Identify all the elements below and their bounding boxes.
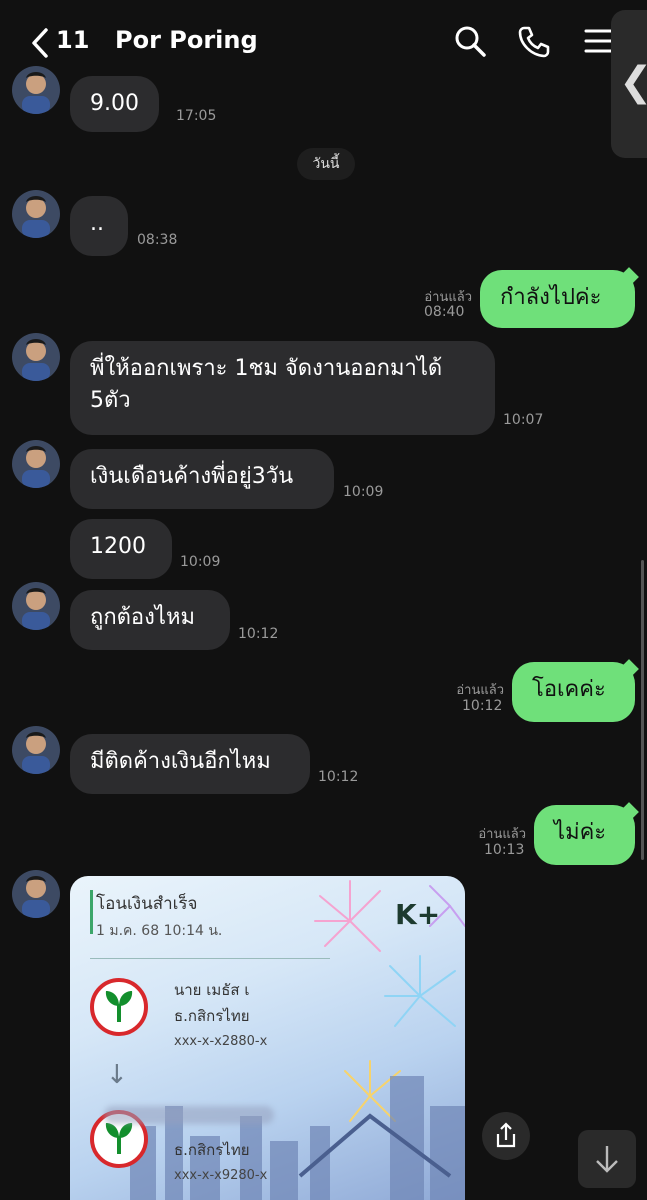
message-time: 10:09 xyxy=(343,484,384,500)
divider xyxy=(90,958,330,959)
message-bubble[interactable]: ถูกต้องไหม xyxy=(70,590,230,650)
message-time: 10:07 xyxy=(503,412,544,428)
scroll-to-bottom-button[interactable] xyxy=(578,1130,636,1188)
message-bubble[interactable]: เงินเดือนค้างพี่อยู่3วัน xyxy=(70,449,334,509)
share-button[interactable] xyxy=(482,1112,530,1160)
slip-title: โอนเงินสำเร็จ xyxy=(96,894,198,914)
avatar[interactable] xyxy=(12,190,60,238)
slip-datetime: 1 ม.ค. 68 10:14 น. xyxy=(96,923,223,939)
avatar[interactable] xyxy=(12,870,60,918)
redacted-receiver-name xyxy=(104,1106,274,1124)
avatar[interactable] xyxy=(12,333,60,381)
message-bubble[interactable]: 1200 xyxy=(70,519,172,579)
scrollbar[interactable] xyxy=(641,560,644,860)
message-time: 10:09 xyxy=(180,554,221,570)
message-text: พี่ให้ออกเพราะ 1ชม จัดงานออกมาได้ 5ตัว xyxy=(90,356,443,413)
scroll-down-icon xyxy=(596,1146,618,1173)
avatar[interactable] xyxy=(12,582,60,630)
side-panel-handle[interactable]: ❮ xyxy=(611,10,647,158)
receiver-account: xxx-x-x9280-x xyxy=(174,1168,268,1183)
message-bubble-outgoing[interactable]: โอเคค่ะ xyxy=(512,662,635,722)
arrow-down-icon: ↓ xyxy=(106,1060,128,1090)
avatar[interactable] xyxy=(12,66,60,114)
message-text: มีติดค้างเงินอีกไหม xyxy=(90,749,271,774)
message-time: 08:40 xyxy=(424,304,465,320)
message-time: 17:05 xyxy=(176,108,217,124)
message-time: 10:12 xyxy=(318,769,359,785)
chat-title[interactable]: Por Poring xyxy=(115,26,258,54)
kplus-logo: K+ xyxy=(395,898,441,931)
read-status: อ่านแล้ว xyxy=(478,827,526,842)
chat-header: 11 Por Poring xyxy=(0,0,647,84)
share-icon xyxy=(496,1122,516,1148)
kbank-logo-icon xyxy=(90,978,148,1036)
unread-count[interactable]: 11 xyxy=(56,26,89,54)
message-text: เงินเดือนค้างพี่อยู่3วัน xyxy=(90,464,294,489)
transfer-slip-image[interactable]: โอนเงินสำเร็จ 1 ม.ค. 68 10:14 น. K+ นาย … xyxy=(70,876,465,1200)
message-bubble[interactable]: มีติดค้างเงินอีกไหม xyxy=(70,734,310,794)
sender-bank: ธ.กสิกรไทย xyxy=(174,1007,250,1025)
avatar[interactable] xyxy=(12,440,60,488)
receiver-bank: ธ.กสิกรไทย xyxy=(174,1141,250,1159)
message-time: 08:38 xyxy=(137,232,178,248)
message-text: .. xyxy=(90,211,104,236)
message-text: กำลังไปค่ะ xyxy=(500,285,602,310)
chevron-left-icon: ❮ xyxy=(619,62,647,102)
read-status: อ่านแล้ว xyxy=(456,683,504,698)
message-bubble-outgoing[interactable]: ไม่ค่ะ xyxy=(534,805,635,865)
title-accent-bar xyxy=(90,890,93,934)
message-bubble[interactable]: พี่ให้ออกเพราะ 1ชม จัดงานออกมาได้ 5ตัว xyxy=(70,341,495,435)
message-text: ไม่ค่ะ xyxy=(554,820,607,845)
sender-name: นาย เมธัส เ xyxy=(174,981,250,999)
message-bubble-outgoing[interactable]: กำลังไปค่ะ xyxy=(480,270,635,328)
avatar[interactable] xyxy=(12,726,60,774)
message-text: ถูกต้องไหม xyxy=(90,605,195,630)
date-separator: วันนี้ xyxy=(297,148,355,180)
message-text: 9.00 xyxy=(90,91,139,116)
message-time: 10:12 xyxy=(462,698,503,714)
message-text: 1200 xyxy=(90,534,146,559)
message-bubble[interactable]: 9.00 xyxy=(70,76,159,132)
message-time: 10:13 xyxy=(484,842,525,858)
message-text: โอเคค่ะ xyxy=(532,677,606,702)
message-time: 10:12 xyxy=(238,626,279,642)
sender-account: xxx-x-x2880-x xyxy=(174,1034,268,1049)
back-icon[interactable] xyxy=(26,24,60,62)
message-bubble[interactable]: .. xyxy=(70,196,128,256)
phone-icon[interactable] xyxy=(517,24,551,58)
search-icon[interactable] xyxy=(453,24,487,58)
